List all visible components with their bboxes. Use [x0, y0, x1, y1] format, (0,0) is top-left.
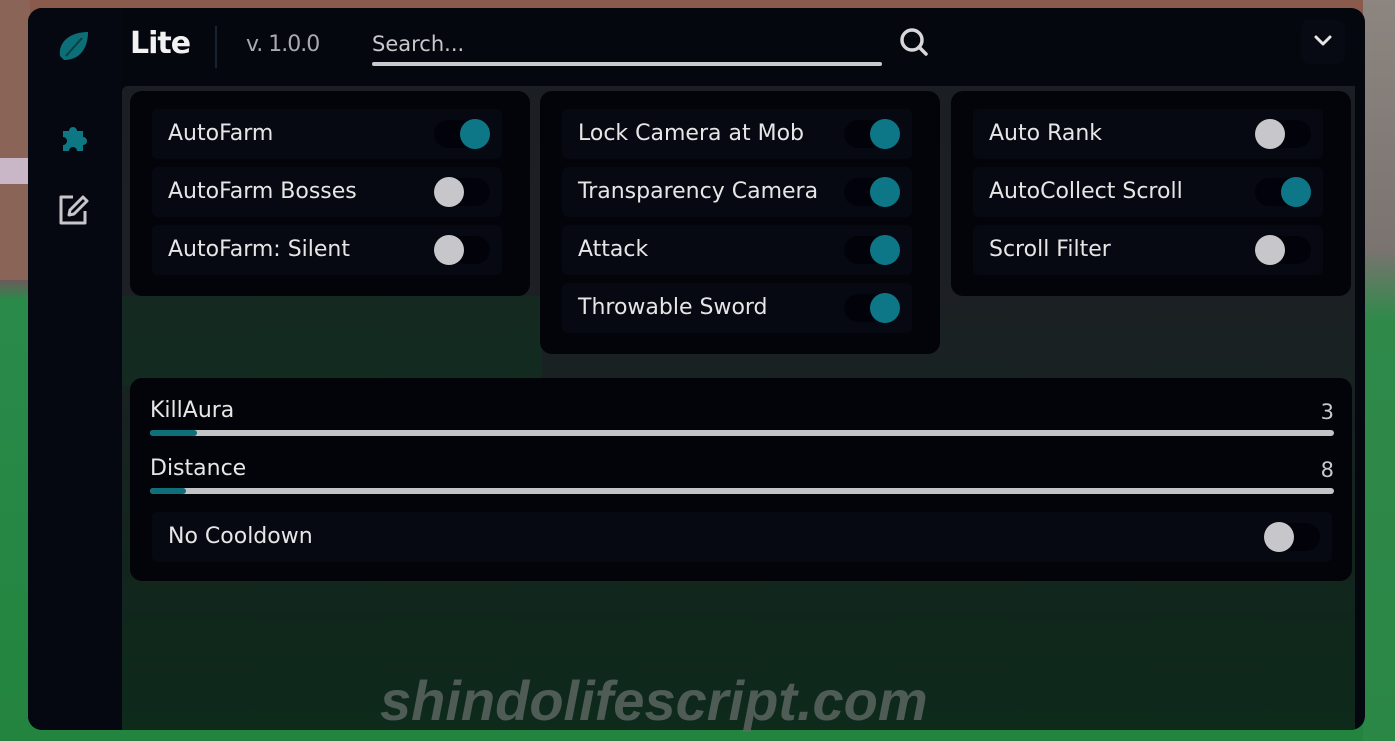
sidebar	[28, 8, 122, 730]
puzzle-icon	[55, 119, 93, 161]
header-divider	[215, 26, 217, 68]
collapse-button[interactable]	[1301, 20, 1345, 64]
toggle-knob	[870, 177, 900, 207]
slider-distance: Distance 8	[150, 446, 1334, 504]
toggle-autofarm[interactable]: AutoFarm	[152, 109, 502, 159]
toggle-knob	[870, 119, 900, 149]
toggle-label: AutoFarm: Silent	[168, 237, 350, 262]
toggle-switch[interactable]	[1255, 235, 1311, 265]
toggle-knob	[1255, 119, 1285, 149]
toggle-knob	[870, 235, 900, 265]
toggle-label: Scroll Filter	[989, 237, 1111, 262]
toggle-switch[interactable]	[434, 177, 490, 207]
toggle-throwable-sword[interactable]: Throwable Sword	[562, 283, 912, 333]
toggle-switch[interactable]	[844, 119, 900, 149]
toggle-label: Attack	[578, 237, 649, 262]
toggle-transparency-camera[interactable]: Transparency Camera	[562, 167, 912, 217]
search-button[interactable]	[894, 24, 934, 64]
toggle-switch[interactable]	[1264, 522, 1320, 552]
edit-icon	[55, 191, 93, 233]
toggle-switch[interactable]	[844, 177, 900, 207]
slider-label: Distance	[150, 456, 247, 481]
slider-killaura: KillAura 3	[150, 388, 1334, 446]
sidebar-item-edit[interactable]	[52, 190, 96, 234]
toggle-scroll-filter[interactable]: Scroll Filter	[973, 225, 1323, 275]
leaf-logo-icon	[54, 26, 94, 66]
toggle-label: Lock Camera at Mob	[578, 121, 804, 146]
toggle-label: Auto Rank	[989, 121, 1103, 146]
toggle-knob	[434, 177, 464, 207]
toggle-label: Throwable Sword	[578, 295, 768, 320]
toggle-switch[interactable]	[844, 235, 900, 265]
toggle-autocollect-scroll[interactable]: AutoCollect Scroll	[973, 167, 1323, 217]
toggle-no-cooldown[interactable]: No Cooldown	[152, 512, 1332, 562]
slider-track[interactable]	[150, 430, 1334, 436]
toggle-autofarm-bosses[interactable]: AutoFarm Bosses	[152, 167, 502, 217]
toggle-knob	[870, 293, 900, 323]
toggle-knob	[434, 235, 464, 265]
slider-label: KillAura	[150, 398, 235, 423]
toggle-knob	[1264, 522, 1294, 552]
toggle-attack[interactable]: Attack	[562, 225, 912, 275]
app-title: Lite	[130, 26, 191, 61]
chevron-down-icon	[1312, 29, 1334, 55]
version-label: v. 1.0.0	[246, 32, 320, 57]
toggle-switch[interactable]	[434, 119, 490, 149]
content-area: AutoFarm AutoFarm Bosses AutoFarm: Silen…	[122, 86, 1355, 730]
combat-section: KillAura 3 Distance 8 No Cooldown	[130, 378, 1352, 581]
sidebar-item-main[interactable]	[52, 118, 96, 162]
slider-track[interactable]	[150, 488, 1334, 494]
toggle-switch[interactable]	[434, 235, 490, 265]
search-box	[372, 24, 882, 68]
toggle-knob	[460, 119, 490, 149]
content-tint	[122, 296, 542, 386]
farm-section: AutoFarm AutoFarm Bosses AutoFarm: Silen…	[130, 91, 530, 296]
header: Lite v. 1.0.0	[122, 8, 1365, 86]
toggle-switch[interactable]	[1255, 119, 1311, 149]
slider-value: 3	[1320, 400, 1334, 424]
toggle-knob	[1281, 177, 1311, 207]
toggle-label: Transparency Camera	[578, 179, 819, 204]
toggle-switch[interactable]	[1255, 177, 1311, 207]
toggle-label: AutoCollect Scroll	[989, 179, 1183, 204]
background-wall	[0, 0, 30, 280]
toggle-label: AutoFarm Bosses	[168, 179, 357, 204]
toggle-knob	[1255, 235, 1285, 265]
script-window: Lite v. 1.0.0 Search... AutoFarm AutoFar…	[28, 8, 1365, 730]
rank-scroll-section: Auto Rank AutoCollect Scroll Scroll Filt…	[951, 91, 1351, 296]
background-right	[1363, 0, 1395, 741]
toggle-switch[interactable]	[844, 293, 900, 323]
toggle-label: No Cooldown	[168, 524, 313, 549]
slider-fill	[150, 488, 186, 494]
toggle-auto-rank[interactable]: Auto Rank	[973, 109, 1323, 159]
search-icon	[897, 25, 931, 63]
watermark-text: shindolifescript.com	[380, 669, 928, 732]
toggle-autofarm-silent[interactable]: AutoFarm: Silent	[152, 225, 502, 275]
toggle-label: AutoFarm	[168, 121, 274, 146]
slider-fill	[150, 430, 198, 436]
search-underline	[372, 62, 882, 66]
search-input[interactable]	[372, 24, 882, 64]
slider-value: 8	[1320, 458, 1334, 482]
toggle-lock-camera[interactable]: Lock Camera at Mob	[562, 109, 912, 159]
background-stripe	[0, 158, 30, 184]
camera-section: Lock Camera at Mob Transparency Camera A…	[540, 91, 940, 354]
